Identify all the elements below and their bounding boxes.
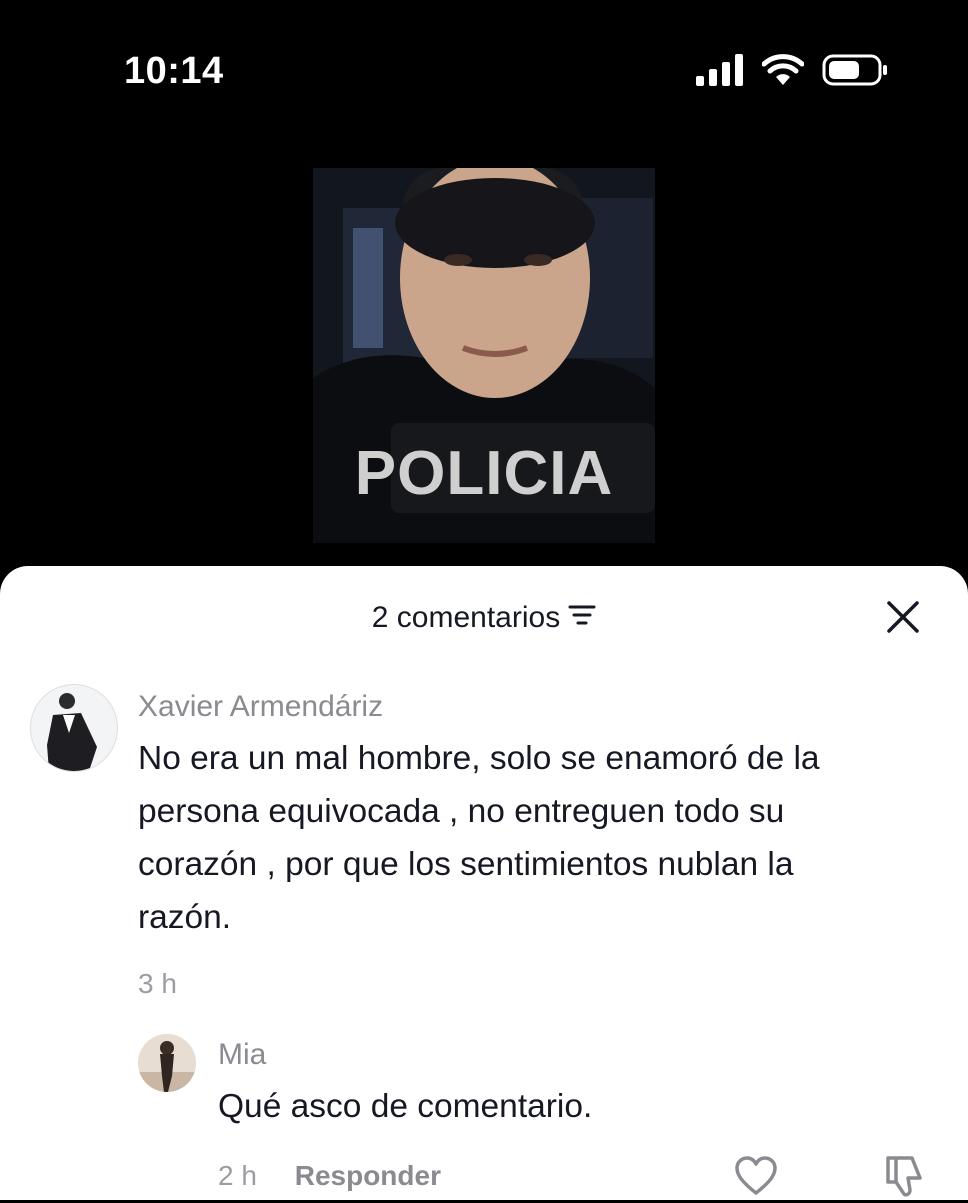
comment-text-line: No era un mal hombre, solo se enamoró de… bbox=[138, 740, 820, 777]
comment-text-line: razón. bbox=[138, 899, 232, 936]
reply-text: Qué asco de comentario. bbox=[218, 1088, 593, 1125]
reply-button[interactable]: Responder bbox=[295, 1160, 441, 1191]
reply-username[interactable]: Mia bbox=[218, 1038, 266, 1072]
reply-meta: 2 h Responder bbox=[218, 1160, 441, 1192]
comment-username[interactable]: Xavier Armendáriz bbox=[138, 690, 383, 724]
dislike-icon[interactable] bbox=[882, 1154, 926, 1203]
comment-text: No era un mal hombre, solo se enamoró de… bbox=[138, 732, 948, 944]
avatar[interactable] bbox=[138, 1034, 196, 1092]
wifi-icon bbox=[762, 54, 804, 85]
avatar[interactable] bbox=[30, 684, 118, 772]
video-preview[interactable]: POLICIA bbox=[0, 150, 968, 570]
battery-icon bbox=[822, 54, 887, 86]
status-time: 10:14 bbox=[124, 50, 224, 92]
status-bar: 10:14 bbox=[0, 0, 968, 150]
reply-item: Mia Qué asco de comentario. 2 h Responde… bbox=[0, 1016, 968, 1200]
comment-text-line: persona equivocada , no entreguen todo s… bbox=[138, 793, 785, 830]
vest-label: POLICIA bbox=[354, 439, 614, 508]
signal-icon bbox=[696, 54, 743, 86]
like-icon[interactable] bbox=[734, 1156, 778, 1201]
status-icons bbox=[696, 54, 888, 86]
reply-time: 2 h bbox=[218, 1160, 257, 1191]
comment-time: 3 h bbox=[138, 968, 177, 999]
video-thumbnail: POLICIA bbox=[313, 168, 655, 543]
comment-text-line: corazón , por que los sentimientos nubla… bbox=[138, 846, 794, 883]
comment-item: Xavier Armendáriz No era un mal hombre, … bbox=[0, 566, 968, 1006]
comments-sheet: 2 comentarios Xavier Armendáriz No era u… bbox=[0, 566, 968, 1200]
